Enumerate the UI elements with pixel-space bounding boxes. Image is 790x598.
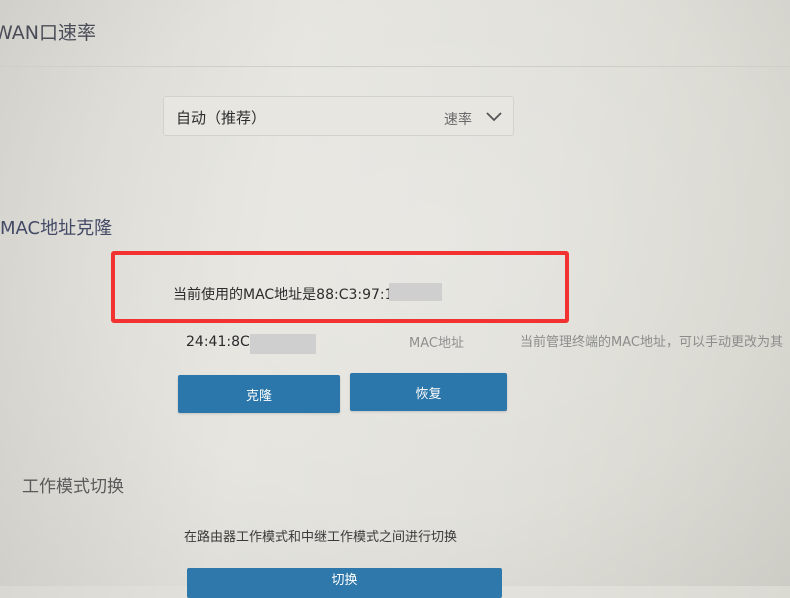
mac-address-hint: 当前管理终端的MAC地址，可以手动更改为其 (520, 335, 783, 350)
section-divider (0, 66, 790, 67)
work-mode-description: 在路由器工作模式和中继工作模式之间进行切换 (184, 530, 458, 545)
redaction-mask (250, 334, 316, 354)
mac-clone-title: MAC地址克隆 (0, 218, 113, 239)
wan-rate-title: WAN口速率 (0, 22, 96, 44)
mac-address-label: MAC地址 (409, 336, 464, 351)
mac-address-field[interactable]: 24:41:8C (186, 334, 250, 350)
restore-button[interactable]: 恢复 (350, 373, 507, 411)
wan-rate-select[interactable]: 自动（推荐） 速率 (163, 96, 514, 136)
wan-rate-select-value: 自动（推荐） (176, 109, 267, 127)
redaction-mask (389, 283, 442, 301)
clone-button[interactable]: 克隆 (178, 375, 340, 413)
work-mode-title: 工作模式切换 (22, 477, 124, 497)
current-mac-text: 当前使用的MAC地址是88:C3:97:1 (173, 287, 394, 303)
wan-rate-select-suffix: 速率 (444, 112, 472, 128)
chevron-down-icon[interactable] (485, 109, 503, 123)
switch-mode-button[interactable]: 切换 (187, 568, 502, 598)
